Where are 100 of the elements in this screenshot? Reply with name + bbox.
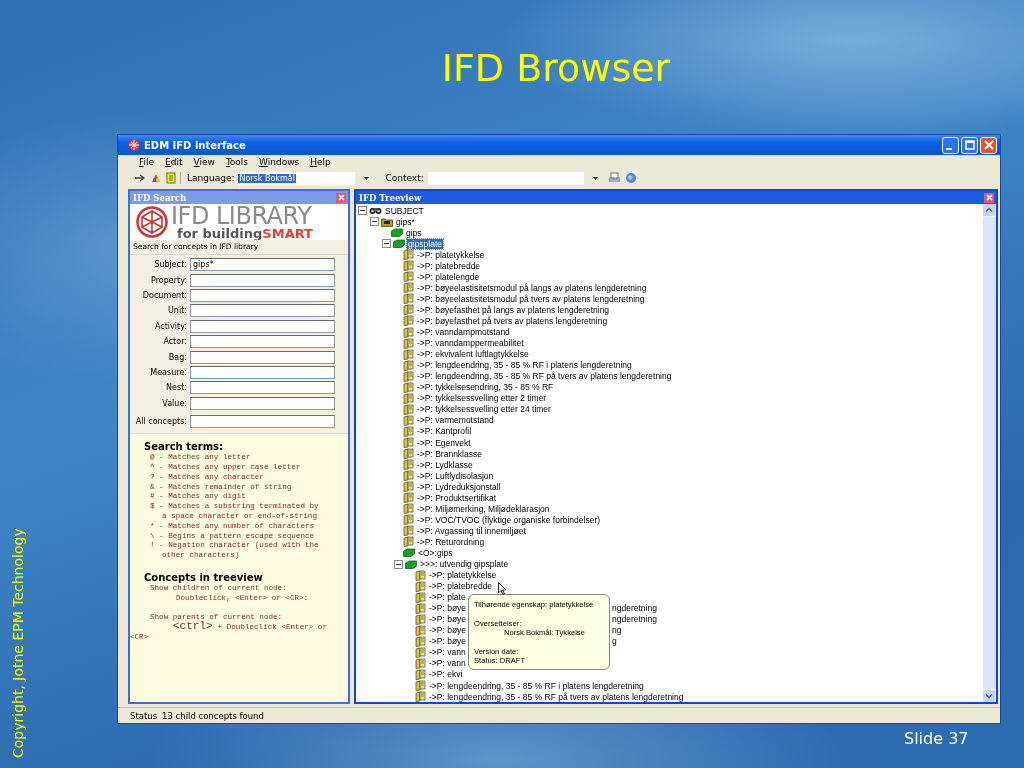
logo-tagline: for building (177, 225, 263, 241)
text-field[interactable] (190, 319, 335, 333)
tree-item[interactable]: ->P: platetykkelse (428, 570, 498, 581)
scroll-down-icon[interactable] (983, 690, 995, 702)
text-field[interactable] (190, 288, 335, 302)
tree-item[interactable]: ->P: bøye (428, 636, 468, 647)
tree-item[interactable]: ->P: lengdeendring, 35 - 85 % RF på tvers av platens lengderetning (428, 691, 685, 702)
menu-item[interactable]: Tools (225, 157, 249, 167)
tree-item[interactable]: ->P: vann (428, 658, 467, 669)
tree-item[interactable]: ->P: lengdeendring, 35 - 85 % RF på tvers av platens lengderetning (416, 371, 673, 382)
tree-item-text: ng (612, 625, 622, 636)
tree-item[interactable]: ->P: varmemotstand (416, 415, 495, 426)
palette-icon[interactable] (150, 172, 162, 184)
tree-item[interactable]: ->P: vanndampmotstand (416, 327, 511, 338)
book-icon (403, 392, 414, 404)
text-field[interactable] (190, 350, 335, 364)
tree-item[interactable]: ->P: bøye (428, 614, 468, 625)
book-icon (415, 680, 426, 692)
collapse-icon[interactable] (358, 206, 367, 215)
tree-item[interactable]: ->P: Egenvekt (416, 437, 472, 448)
tree-item[interactable]: ->P: platelengde (416, 271, 481, 282)
text-field[interactable] (190, 335, 335, 349)
document-icon[interactable] (166, 172, 176, 184)
tree-item[interactable]: ->P: tykkelsessvelling etter 2 timer (416, 393, 548, 404)
tree-item[interactable]: ->P: tykkelsessvelling etter 24 timer (416, 404, 552, 415)
tree-item[interactable]: ->P: ekvi (428, 669, 464, 680)
dropdown-icon[interactable] (364, 175, 370, 181)
text-field[interactable] (190, 365, 335, 379)
text-field[interactable] (190, 304, 335, 318)
book-icon (415, 624, 426, 636)
tree-item[interactable]: ->P: ekvivalent luftlagtykkelse (416, 349, 530, 360)
tree-item[interactable]: ->P: vanndamppermeabilitet (416, 338, 525, 349)
collapse-icon[interactable] (370, 217, 379, 227)
menu-item[interactable]: Edit (165, 157, 183, 167)
close-button[interactable] (980, 136, 997, 154)
tree-item[interactable]: ->P: bøyeelastisitetsmodul på tvers av platens lengderetning (416, 293, 646, 304)
tree-item[interactable]: ->P: platetykkelse (416, 249, 486, 260)
tree-item[interactable]: ->P: Returordning (416, 536, 486, 547)
tree-item[interactable]: ->P: Avgassing til innemiljøet (416, 525, 527, 536)
tree-item-text: ngderetning (612, 614, 657, 625)
tree-item[interactable]: ->P: bøyeelastisitetsmodul på langs av platens lengderetning (416, 282, 648, 293)
tree-item[interactable]: gipsplate (407, 238, 444, 249)
minimize-button[interactable] (942, 136, 959, 154)
globe-icon[interactable] (624, 172, 637, 184)
book-icon (415, 602, 426, 614)
text-field[interactable] (190, 381, 335, 395)
tree-item[interactable]: ->P: platebredde (416, 260, 482, 271)
book-icon (403, 293, 414, 305)
scroll-up-icon[interactable] (983, 204, 995, 216)
tree-item[interactable]: <O>:gips (417, 547, 454, 558)
minimize-icon (946, 147, 952, 150)
tree-item[interactable]: >>>: utvendig gipsplate (419, 559, 510, 569)
collapse-icon[interactable] (382, 239, 391, 249)
menu-item[interactable]: File (139, 157, 155, 167)
tree-item[interactable]: ->P: Produktsertifikat (416, 492, 498, 503)
tree-item[interactable]: ->P: lengdeendring, 35 - 85 % RF i platens lengderetning (416, 360, 633, 371)
tree-item[interactable]: ->P: VOC/TVOC (flyktige organiske forbindelser) (416, 514, 602, 525)
tree-item[interactable]: ->P: platebredde (428, 581, 494, 592)
tree-item[interactable]: ->P: plate (428, 592, 467, 603)
tree-item[interactable]: ->P: bøye (428, 625, 468, 636)
menu-item[interactable]: View (193, 157, 215, 167)
logo-icon (136, 206, 168, 238)
menu-item[interactable]: Windows (259, 157, 300, 167)
tree-item[interactable]: ->P: Brannklasse (416, 448, 483, 459)
close-button[interactable] (336, 192, 346, 203)
tree-item[interactable]: ->P: Lydklasse (416, 459, 474, 470)
tree-item[interactable]: ->P: lengdeendring, 35 - 85 % RF i platens lengderetning (428, 680, 645, 691)
tree-item[interactable]: gips* (395, 216, 416, 227)
tree-item[interactable]: gips (405, 227, 423, 238)
language-combo[interactable]: Norsk Bokmål (238, 171, 356, 185)
maximize-button[interactable] (961, 136, 978, 154)
arrow-icon[interactable] (134, 173, 146, 183)
maximize-icon (964, 140, 975, 150)
collapse-icon[interactable] (394, 559, 403, 569)
tree-item[interactable]: ->P: bøyefasthet på tvers av platens lengderetning (416, 316, 609, 326)
book-icon (403, 525, 414, 537)
tree-item[interactable]: ->P: bøyefasthet på langs av platens lengderetning (416, 304, 611, 315)
field-label: Property: (150, 275, 188, 285)
close-button[interactable] (984, 192, 994, 203)
tree-item[interactable]: ->P: Kantprofil (416, 426, 473, 437)
text-field[interactable] (190, 415, 335, 429)
tree-item[interactable]: ->P: bøye (428, 603, 468, 614)
tree-item[interactable]: ->P: vann (428, 647, 467, 658)
tree-item[interactable]: ->P: Miljømerking, Miljødeklarasjon (416, 503, 551, 514)
tree-item[interactable]: SUBJECT (384, 205, 425, 216)
text-field[interactable] (190, 273, 335, 287)
binoculars-icon (369, 206, 382, 215)
book-icon (403, 315, 414, 327)
menu-item[interactable]: Help (310, 157, 331, 167)
tree-item-text: g (612, 636, 617, 647)
field-label: Bag: (167, 352, 188, 362)
book-icon (403, 514, 414, 526)
book-icon (415, 613, 426, 625)
tree-item[interactable]: ->P: Luftlydisolasjon (416, 470, 495, 481)
tree-item[interactable]: ->P: tykkelsesendring, 35 - 85 % RF (416, 382, 555, 393)
text-field[interactable]: gips* (190, 258, 335, 272)
text-field[interactable] (190, 396, 335, 410)
dropdown-icon[interactable] (592, 175, 598, 181)
tree-item[interactable]: ->P: Lydreduksjonstall (416, 481, 502, 492)
printer-icon[interactable] (607, 172, 621, 184)
